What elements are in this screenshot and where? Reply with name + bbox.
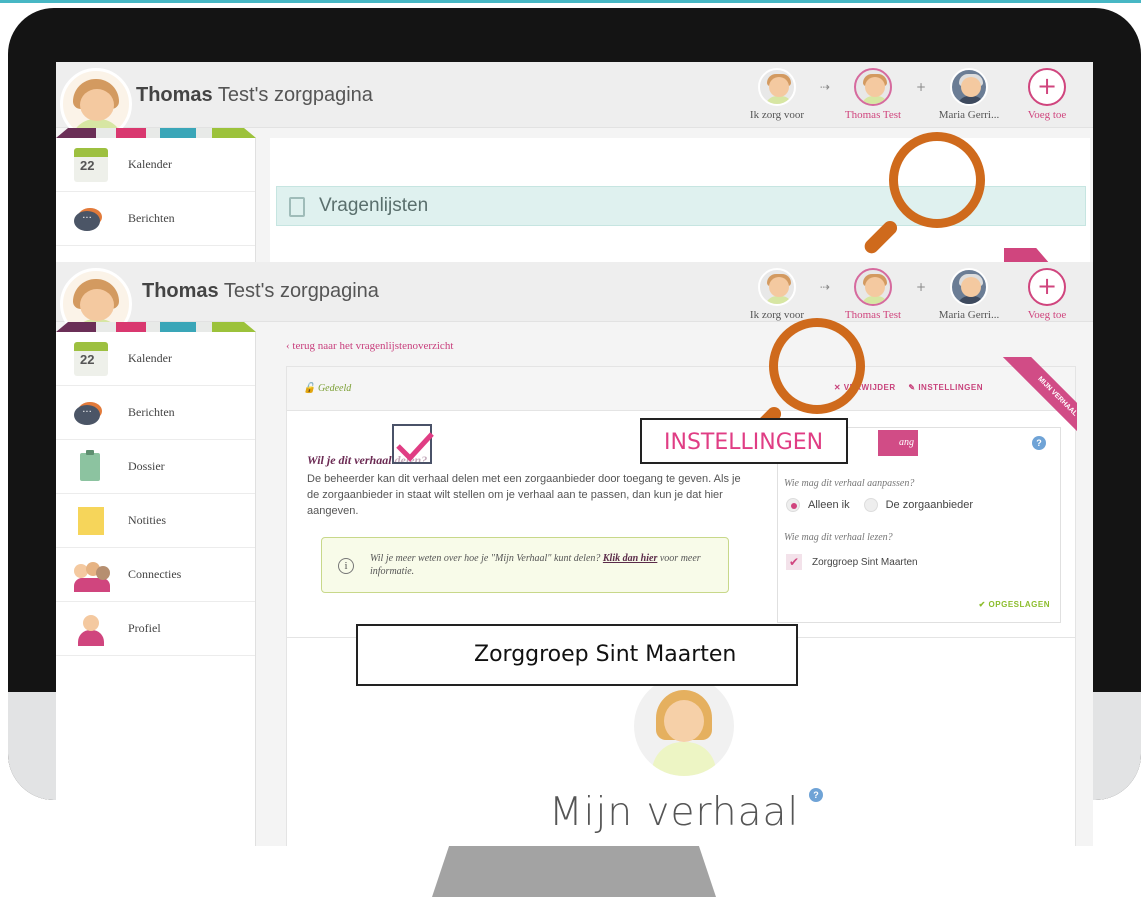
color-stripes	[56, 322, 256, 332]
notes-icon	[74, 504, 108, 538]
help-icon[interactable]: ?	[809, 788, 823, 802]
saved-status: ✔ OPGESLAGEN	[978, 600, 1050, 609]
settings-button[interactable]: ✎ INSTELLINGEN	[908, 383, 983, 392]
back-link[interactable]: ‹ terug naar het vragenlijstenoverzicht	[286, 340, 453, 352]
nav-thomas-test[interactable]: Thomas Test	[837, 68, 909, 121]
mockup-stage: Thomas Test's zorgpagina Ik zorg voor ⇢ …	[0, 0, 1141, 897]
info-box: i Wil je meer weten over hoe je "Mijn Ve…	[321, 537, 729, 593]
arrow-icon: ⇢	[819, 280, 831, 294]
messages-icon: ···	[74, 396, 108, 430]
nav-ik-zorg-voor[interactable]: Ik zorg voor	[741, 68, 813, 121]
reader-checkbox[interactable]: ✔	[786, 554, 802, 570]
sidebar-item-berichten[interactable]: ··· Berichten	[56, 192, 255, 246]
group-callout: Zorggroep Sint Maarten	[356, 624, 798, 686]
plus-separator-icon: +	[915, 280, 927, 294]
help-icon[interactable]: ?	[1032, 436, 1046, 450]
story-title: Mijn verhaal	[549, 790, 800, 835]
radio-alleen-ik[interactable]	[786, 498, 800, 512]
sidebar-item-dossier[interactable]: Dossier	[56, 440, 255, 494]
sidebar-item-notities[interactable]: Notities	[56, 494, 255, 548]
card-toolbar: 🔓 Gedeeld ✕ VERWIJDER ✎ INSTELLINGEN MIJ…	[287, 357, 1077, 454]
sidebar-item-kalender[interactable]: 22 Kalender	[56, 332, 255, 386]
checkmark-icon	[392, 424, 434, 464]
nav-thomas-test[interactable]: Thomas Test	[837, 268, 909, 321]
page-title: Thomas Test's zorgpagina	[136, 84, 373, 106]
monitor-stand	[432, 846, 716, 897]
clipboard-icon	[289, 197, 305, 217]
sidebar-item-profiel[interactable]: Profiel	[56, 602, 255, 656]
sidebar-item-berichten[interactable]: ··· Berichten	[56, 386, 255, 440]
sidebar: 22 Kalender ··· Berichten	[56, 138, 256, 262]
add-icon: +	[1028, 68, 1066, 106]
top-bar: Thomas Test's zorgpagina Ik zorg voor ⇢ …	[56, 262, 1093, 340]
connections-icon	[74, 558, 110, 592]
read-question: Wie mag dit verhaal lezen?	[784, 532, 893, 543]
care-nav: Ik zorg voor ⇢ Thomas Test + Maria Gerri…	[741, 268, 1083, 321]
plus-separator-icon: +	[915, 80, 927, 94]
nav-ik-zorg-voor[interactable]: Ik zorg voor	[741, 268, 813, 321]
share-description: De beheerder kan dit verhaal delen met e…	[307, 473, 741, 517]
page-title: Thomas Test's zorgpagina	[142, 280, 379, 302]
front-screenshot: Thomas Test's zorgpagina Ik zorg voor ⇢ …	[56, 262, 1093, 846]
access-tab[interactable]: ang	[878, 430, 918, 456]
top-accent-line	[0, 0, 1141, 3]
top-bar: Thomas Test's zorgpagina Ik zorg voor ⇢ …	[56, 62, 1093, 140]
add-icon: +	[1028, 268, 1066, 306]
nav-voeg-toe[interactable]: + Voeg toe	[1011, 268, 1083, 321]
info-icon: i	[338, 558, 354, 574]
calendar-icon: 22	[74, 341, 108, 376]
info-link[interactable]: Klik dan hier	[603, 553, 657, 564]
care-nav: Ik zorg voor ⇢ Thomas Test + Maria Gerri…	[741, 68, 1083, 121]
calendar-icon: 22	[74, 147, 108, 182]
settings-callout: INSTELLINGEN	[640, 418, 848, 464]
sidebar-item-kalender[interactable]: 22 Kalender	[56, 138, 255, 192]
radio-zorgaanbieder[interactable]	[863, 498, 878, 512]
color-stripes	[56, 128, 256, 138]
clipboard-icon	[74, 449, 108, 484]
nav-maria[interactable]: Maria Gerri...	[933, 68, 1005, 121]
edit-radio-group: Alleen ik De zorgaanbieder	[786, 498, 973, 512]
nav-voeg-toe[interactable]: + Voeg toe	[1011, 68, 1083, 121]
edit-question: Wie mag dit verhaal aanpassen?	[784, 478, 915, 489]
profile-icon	[74, 612, 108, 646]
reader-checkbox-row: ✔ Zorggroep Sint Maarten	[786, 554, 918, 570]
story-avatar	[634, 676, 734, 776]
arrow-icon: ⇢	[819, 80, 831, 94]
nav-maria[interactable]: Maria Gerri...	[933, 268, 1005, 321]
sidebar: 22 Kalender ··· Berichten Dossier Notities…	[56, 332, 256, 846]
shared-label: 🔓 Gedeeld	[303, 383, 352, 394]
messages-icon: ···	[74, 202, 108, 236]
sidebar-item-connecties[interactable]: Connecties	[56, 548, 255, 602]
magnifier-icon	[855, 132, 995, 257]
